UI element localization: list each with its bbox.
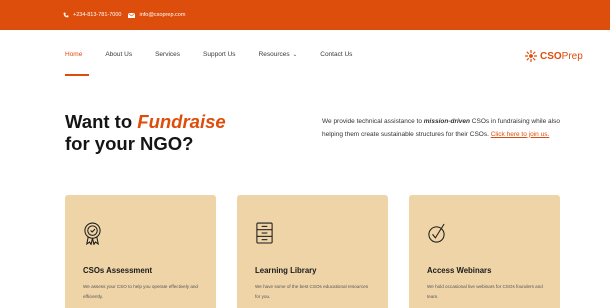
nav-item-about-us[interactable]: About Us bbox=[105, 51, 132, 58]
desc-emphasis: mission-driven bbox=[423, 118, 470, 125]
top-contact-bar: +234-813-781-7000 info@csoprep.com bbox=[0, 0, 610, 30]
chevron-down-icon: ⌄ bbox=[292, 52, 298, 58]
phone-number[interactable]: +234-813-781-7000 bbox=[73, 12, 121, 18]
envelope-icon bbox=[128, 12, 136, 18]
nav-item-contact-us[interactable]: Contact Us bbox=[320, 51, 352, 58]
card-text: We hold occasional live webinars for CSO… bbox=[427, 284, 543, 299]
email-contact[interactable]: info@csoprep.com bbox=[128, 12, 185, 18]
card-title: Learning Library bbox=[255, 266, 317, 275]
card-csos-assessment[interactable]: CSOs Assessment We assess your CSO to he… bbox=[65, 195, 216, 308]
headline-line2: for your NGO? bbox=[65, 133, 194, 154]
card-title: CSOs Assessment bbox=[83, 266, 153, 275]
join-us-link[interactable]: Click here to join us. bbox=[491, 131, 550, 138]
check-badge-icon bbox=[428, 223, 445, 243]
headline-emphasis: Fundraise bbox=[137, 111, 226, 132]
nav-item-home[interactable]: Home bbox=[65, 51, 90, 76]
logo-text-prep: Prep bbox=[561, 50, 583, 62]
card-title: Access Webinars bbox=[427, 266, 492, 275]
site-logo[interactable]: CSO Prep bbox=[525, 50, 583, 62]
cabinet-icon bbox=[256, 222, 273, 244]
card-learning-library[interactable]: Learning Library We have some of the bes… bbox=[237, 195, 388, 308]
headline-line1-prefix: Want to bbox=[65, 111, 138, 132]
sunburst-logo-icon bbox=[525, 50, 537, 62]
phone-contact[interactable]: +234-813-781-7000 bbox=[63, 12, 121, 18]
logo-text-cso: CSO bbox=[540, 50, 562, 62]
award-badge-icon bbox=[84, 222, 101, 245]
nav-item-support-us[interactable]: Support Us bbox=[203, 51, 236, 58]
card-text: We have some of the best CSOs educationa… bbox=[255, 284, 369, 299]
email-address[interactable]: info@csoprep.com bbox=[139, 12, 185, 18]
card-access-webinars[interactable]: Access Webinars We hold occasional live … bbox=[409, 195, 560, 308]
desc-prefix: We provide technical assistance to bbox=[322, 118, 424, 125]
nav-menu: Home About Us Services Support Us Resour… bbox=[65, 51, 375, 76]
nav-item-resources[interactable]: Resources ⌄ bbox=[259, 51, 298, 58]
nav-item-services[interactable]: Services bbox=[155, 51, 180, 58]
card-text: We assess your CSO to help you operate e… bbox=[83, 284, 198, 299]
hero-description: We provide technical assistance to missi… bbox=[322, 116, 572, 141]
main-navigation: Home About Us Services Support Us Resour… bbox=[0, 30, 610, 85]
hero-headline: Want to Fundraise for your NGO? bbox=[65, 111, 226, 155]
phone-icon bbox=[63, 12, 69, 18]
nav-item-resources-label: Resources bbox=[258, 51, 290, 58]
